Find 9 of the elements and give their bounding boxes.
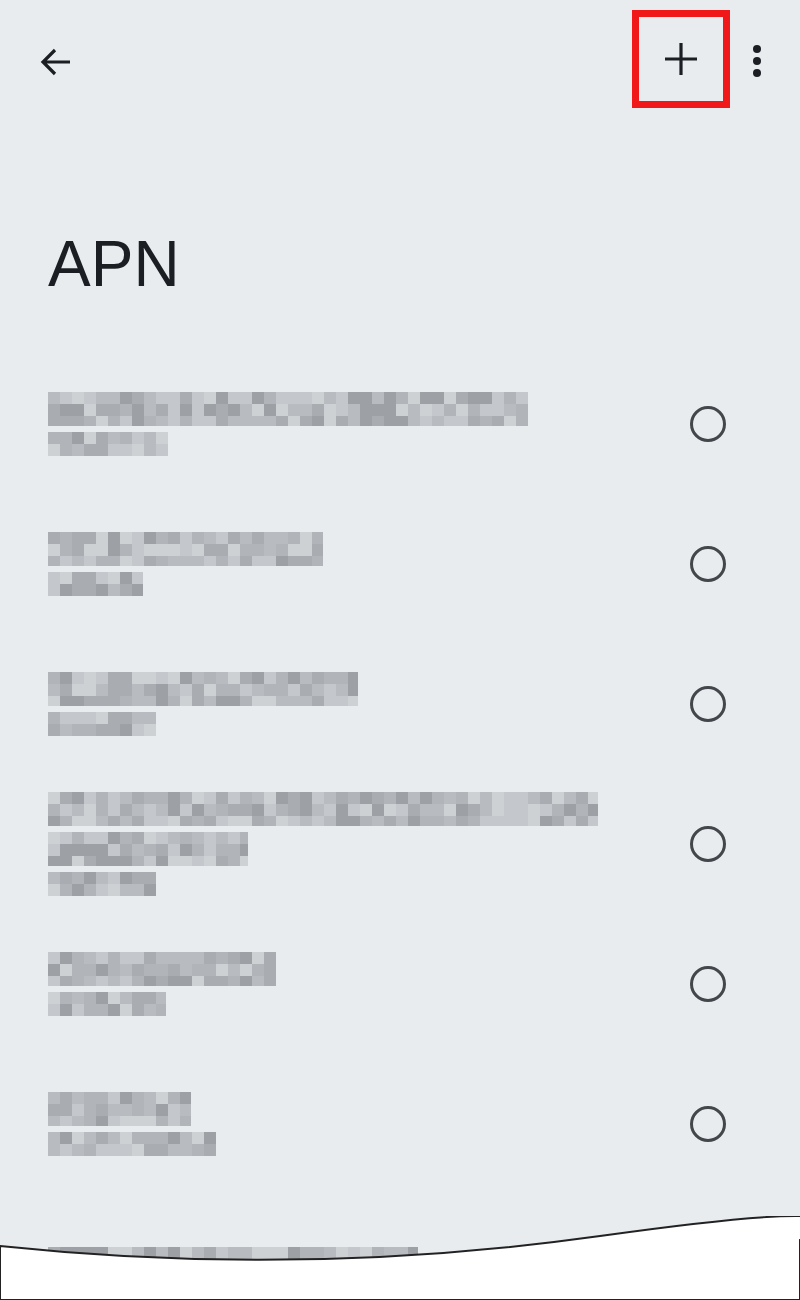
radio-button[interactable] [690, 1106, 726, 1142]
menu-icon [752, 44, 762, 78]
radio-button[interactable] [690, 826, 726, 862]
radio-button[interactable] [690, 686, 726, 722]
radio-button[interactable] [690, 546, 726, 582]
page-title: APN [47, 227, 181, 302]
radio-button[interactable] [690, 966, 726, 1002]
plus-icon [663, 41, 699, 77]
radio-button[interactable] [690, 406, 726, 442]
